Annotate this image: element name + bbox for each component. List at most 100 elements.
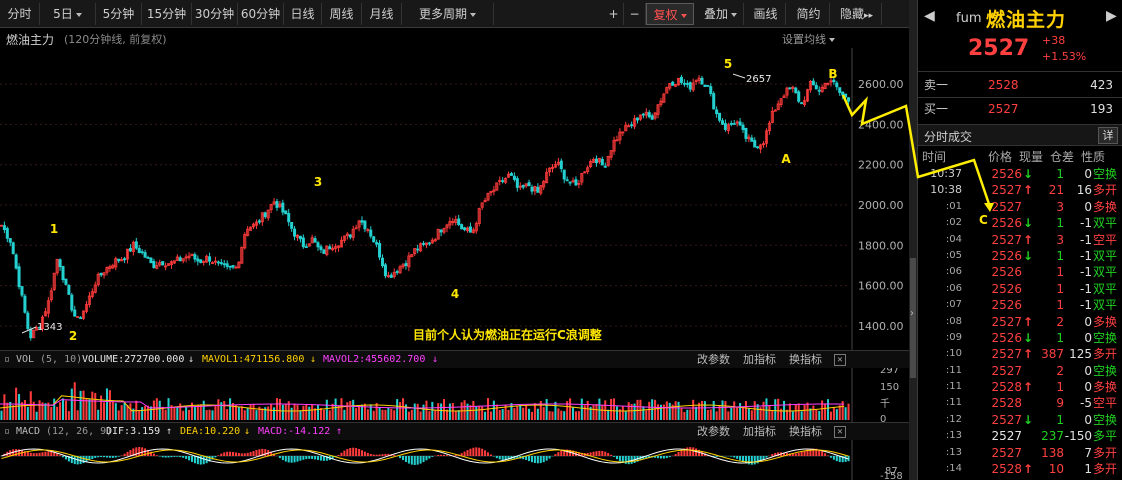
volume-bar (176, 406, 179, 420)
volume-bar (569, 398, 572, 420)
chevron-right-icon[interactable]: ▶ (1106, 8, 1117, 24)
price-change-pct: +1.53% (1042, 50, 1087, 63)
vol-switch-indicator-button[interactable]: 换指标 (789, 351, 822, 368)
macd-change-params-button[interactable]: 改参数 (697, 423, 730, 440)
volume-bar (381, 409, 384, 420)
wave-label-1: 1 (50, 222, 58, 236)
volume-bar (363, 403, 366, 420)
vertical-scrollbar[interactable]: › (909, 0, 917, 480)
chevron-left-icon[interactable]: ◀ (924, 8, 935, 24)
volume-bar (331, 403, 334, 420)
trade-vol: 138 (1041, 445, 1064, 460)
period-tab-2[interactable]: 5分钟 (96, 3, 142, 25)
kline-chart-svg[interactable]: 2600.00 2400.00 2200.00 2000.00 1800.00 1600.… (0, 28, 909, 480)
volume-bar (768, 405, 771, 420)
trade-row: :09 2526 ↓ 1 0 空换 (918, 330, 1122, 346)
period-tab-6[interactable]: 日线 (284, 3, 322, 25)
toolbar-right-btn-3[interactable]: 叠加 (698, 3, 744, 25)
candle-body (756, 146, 760, 149)
trade-type: 空换 (1093, 363, 1118, 378)
volume-bar (607, 409, 610, 420)
period-tab-4[interactable]: 30分钟 (192, 3, 238, 25)
macd-add-indicator-button[interactable]: 加指标 (743, 423, 776, 440)
close-icon[interactable]: ✕ (834, 426, 846, 438)
volume-bar (829, 411, 832, 420)
volume-bar (560, 410, 563, 420)
volume-bar (6, 402, 9, 420)
quote-panel: ◀ fum 燃油主力 ▶ 2527 +38 +1.53% 卖一 2528 423… (917, 0, 1122, 480)
volume-bar (97, 409, 100, 420)
price-change: +38 (1042, 34, 1066, 47)
volume-bar (91, 391, 94, 420)
trade-price: 2526 (991, 167, 1022, 181)
volume-bar (434, 410, 437, 420)
candle-body (293, 228, 297, 237)
period-tab-1[interactable]: 5日 (40, 3, 96, 25)
period-tab-7[interactable]: 周线 (322, 3, 362, 25)
volume-bar (275, 398, 279, 420)
volume-bar (577, 411, 580, 420)
volume-bar (730, 407, 733, 420)
candle-body (58, 259, 62, 268)
candle-body (679, 76, 683, 83)
col-oi-change: 仓差 (1050, 150, 1075, 164)
volume-bar (428, 411, 431, 420)
trades-list[interactable]: 10:37 2526 ↓ 1 0 空换 10:38 2527 ↑ 21 16 多开:01 2527 3 0 多… (918, 166, 1122, 477)
volume-bar (273, 407, 276, 420)
trades-detail-button[interactable]: 详 (1098, 127, 1118, 144)
candle-body (794, 87, 798, 94)
volume-bar (724, 401, 727, 420)
period-tab-3[interactable]: 15分钟 (142, 3, 192, 25)
volume-bar (311, 404, 314, 420)
volume-bar (806, 402, 809, 420)
toolbar-right-btn-1[interactable]: − (624, 3, 646, 25)
chevron-down-icon (731, 12, 737, 17)
candle-body (811, 80, 815, 86)
chevron-right-icon[interactable]: › (910, 308, 914, 319)
trade-price: 2528 (991, 462, 1022, 477)
period-tab-0[interactable]: 分时 (0, 3, 40, 25)
volume-bar (18, 394, 21, 420)
volume-bar (325, 399, 328, 420)
double-chevron-icon: ▸▸ (863, 11, 874, 21)
y-axis-tick-label: 2000.00 (858, 199, 904, 212)
trade-type: 多换 (1093, 314, 1118, 329)
macd-switch-indicator-button[interactable]: 换指标 (789, 423, 822, 440)
close-icon[interactable]: ✕ (834, 354, 846, 366)
volume-bar (117, 410, 120, 420)
period-tab-9[interactable]: 更多周期 (402, 3, 494, 25)
period-tab-8[interactable]: 月线 (362, 3, 402, 25)
contract-name: 燃油主力 (986, 9, 1067, 31)
candle-body (257, 220, 261, 223)
trade-vol: 21 (1048, 183, 1064, 198)
volume-bar (595, 403, 598, 420)
volume-bar (56, 406, 59, 420)
trade-oi: -150 (1064, 429, 1092, 444)
volume-bar (463, 400, 466, 420)
candle-body (378, 243, 382, 258)
volume-bar (23, 399, 26, 420)
period-tab-5[interactable]: 60分钟 (238, 3, 284, 25)
candle-body (178, 257, 182, 262)
vol-change-params-button[interactable]: 改参数 (697, 351, 730, 368)
toolbar-right-btn-2[interactable]: 复权 (646, 3, 694, 25)
vol-volume-value: VOLUME:272700.000 (82, 354, 185, 365)
candle-body (844, 93, 848, 98)
settings-ma-label: 设置均线 (782, 33, 826, 46)
volume-bar (67, 411, 70, 420)
toolbar-right-btn-6[interactable]: 隐藏▸▸ (832, 3, 882, 25)
settings-ma-button[interactable]: 设置均线 (782, 31, 835, 47)
toolbar-btn-label: 叠加 (703, 7, 728, 21)
volume-bar (536, 408, 539, 420)
vol-add-indicator-button[interactable]: 加指标 (743, 351, 776, 368)
volume-bar (290, 407, 293, 420)
trade-row: :11 2528 ↑ 1 0 多换 (918, 379, 1122, 395)
toolbar-right-btn-5[interactable]: 简约 (788, 3, 830, 25)
trade-price: 2526 (991, 248, 1022, 263)
candle-body (79, 317, 83, 319)
wave-label-3: 3 (314, 175, 322, 189)
volume-bar (20, 402, 24, 420)
toolbar-right-btn-4[interactable]: 画线 (746, 3, 786, 25)
volume-bar (152, 400, 155, 420)
toolbar-right-btn-0[interactable]: + (604, 3, 624, 25)
